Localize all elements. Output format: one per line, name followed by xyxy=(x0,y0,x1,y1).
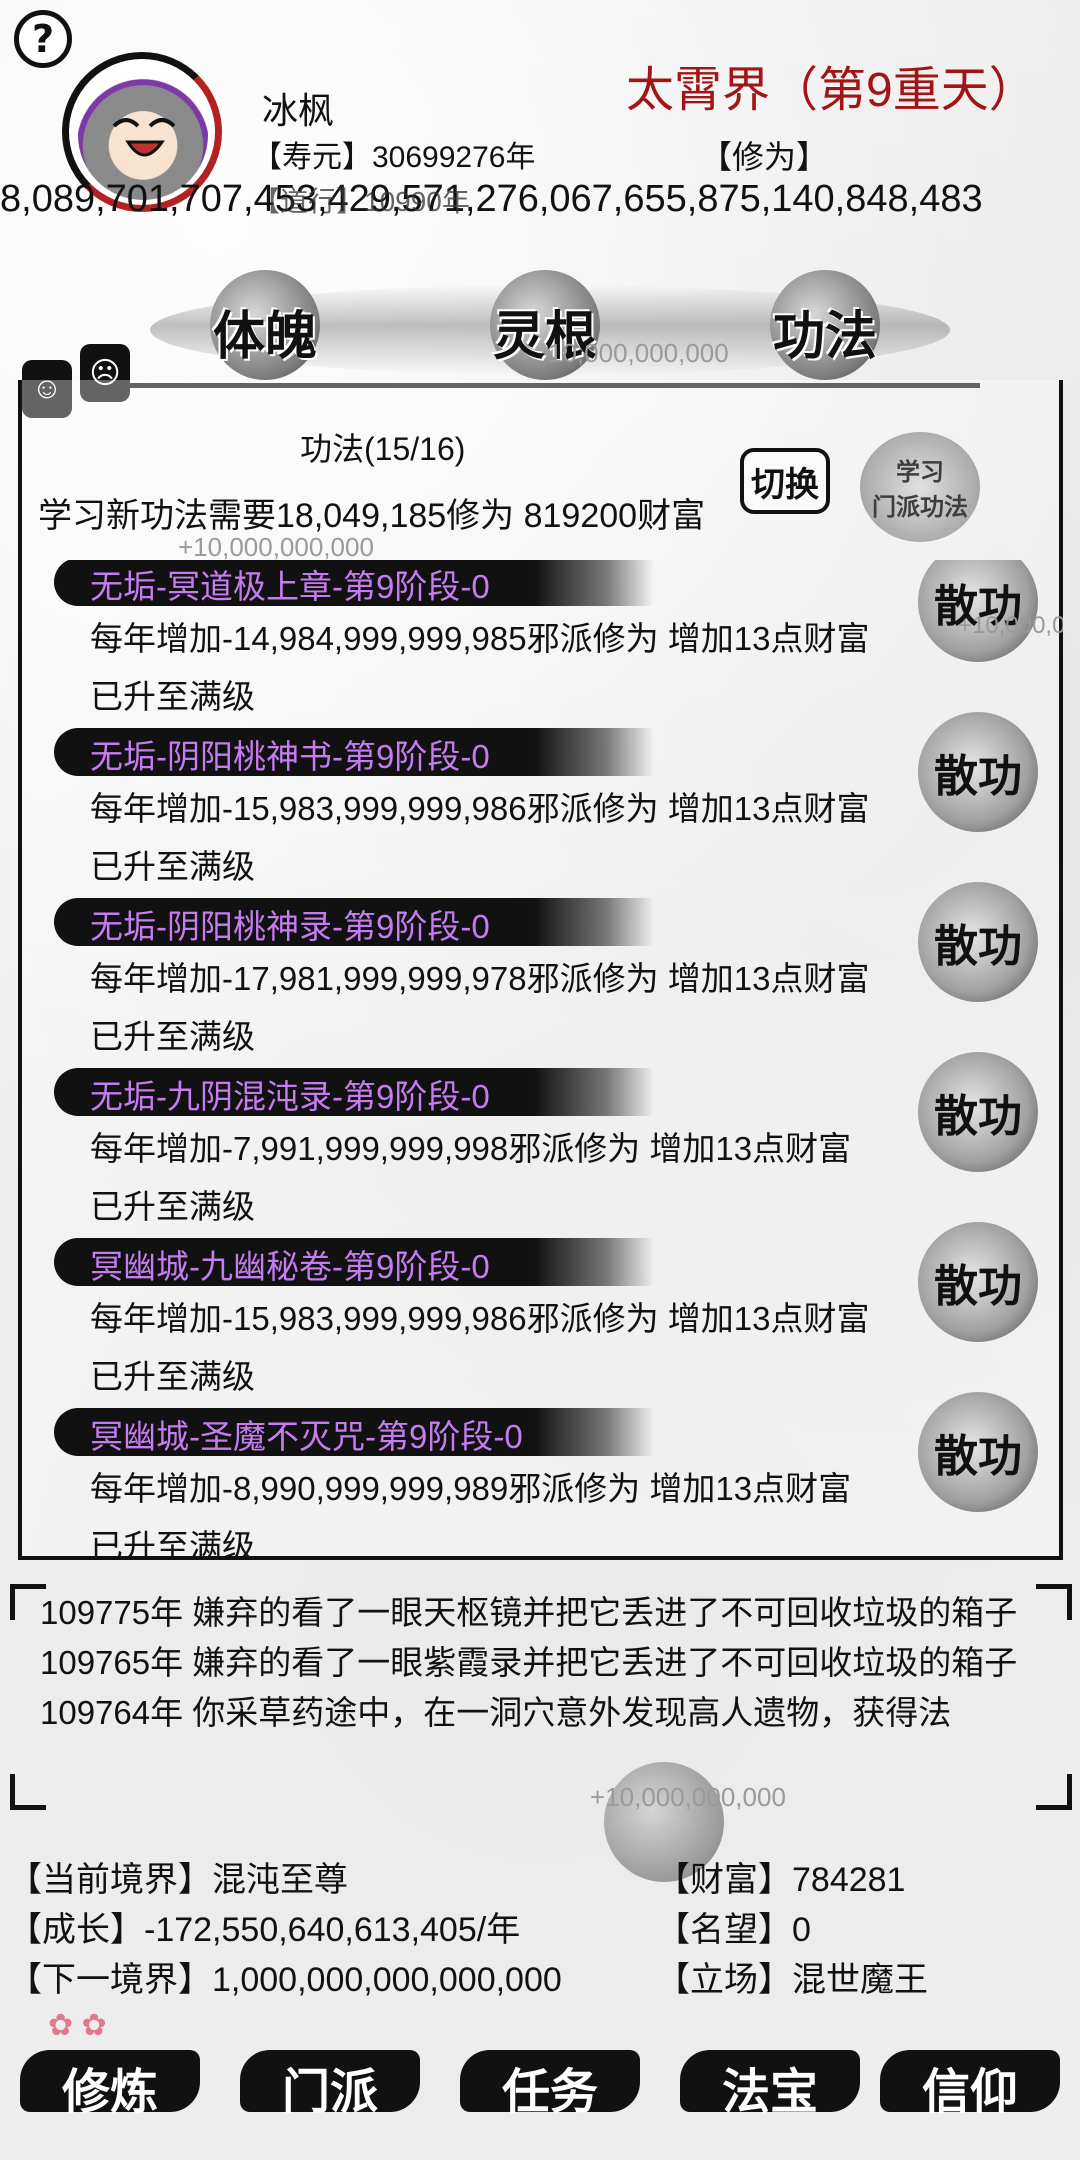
skill-effect: 每年增加-8,990,999,999,989邪派修为 增加13点财富 xyxy=(90,1470,852,1507)
growth-rate: 【成长】-172,550,640,613,405/年 xyxy=(8,1911,521,1949)
skill-status: 已升至满级 xyxy=(90,1528,255,1560)
floating-number: +10,000,000,000 xyxy=(178,532,374,562)
skill-list[interactable]: 无垢-冥道极上章-第9阶段-0 每年增加-14,984,999,999,985邪… xyxy=(18,560,1063,1560)
nav-label: 任务 xyxy=(501,2064,598,2120)
dao-heart-overlay: 【道行】10990年 xyxy=(252,186,470,217)
switch-button[interactable]: 切换 xyxy=(740,448,830,514)
disperse-button[interactable]: 散功 xyxy=(918,882,1038,1002)
nav-cultivate[interactable]: 修炼 xyxy=(20,2030,200,2130)
skill-name: 无垢-阴阳桃神书-第9阶段-0 xyxy=(90,738,490,775)
nav-faith[interactable]: 信仰 xyxy=(880,2030,1060,2130)
nav-label: 法宝 xyxy=(721,2064,818,2120)
skill-status: 已升至满级 xyxy=(90,1358,255,1395)
skill-status: 已升至满级 xyxy=(90,1188,255,1225)
learn-sect-technique-button[interactable]: 学习 门派功法 xyxy=(860,432,980,542)
skill-item: 冥幽城-九幽秘卷-第9阶段-0 每年增加-15,983,999,999,986邪… xyxy=(18,1222,1063,1410)
log-entry: 109775年 嫌弃的看了一眼天枢镜并把它丢进了不可回收垃圾的箱子 xyxy=(40,1594,1018,1631)
disperse-button[interactable]: 散功 xyxy=(918,1052,1038,1172)
nav-tasks[interactable]: 任务 xyxy=(460,2030,640,2130)
disperse-button[interactable]: 散功 xyxy=(918,560,1038,662)
lifespan-text: 【寿元】30699276年 xyxy=(252,141,536,174)
skill-effect: 每年增加-15,983,999,999,986邪派修为 增加13点财富 xyxy=(90,1300,870,1337)
nav-label: 修炼 xyxy=(61,2064,158,2120)
player-name: 冰枫 xyxy=(262,90,335,131)
nav-sect[interactable]: 门派 xyxy=(240,2030,420,2130)
disperse-button[interactable]: 散功 xyxy=(918,712,1038,832)
learn-requirement: 学习新功法需要18,049,185修为 819200财富 xyxy=(38,497,706,535)
realm-world-title: 太霄界（第9重天） xyxy=(626,64,1037,117)
floating-number: +10,000,000,000 xyxy=(590,1782,786,1812)
skill-item: 无垢-阴阳桃神录-第9阶段-0 每年增加-17,981,999,999,978邪… xyxy=(18,882,1063,1070)
disperse-button[interactable]: 散功 xyxy=(918,1222,1038,1342)
avatar-face-icon xyxy=(112,118,176,157)
stance: 【立场】混世魔王 xyxy=(656,1961,928,1999)
learn-sect-label: 学习 xyxy=(896,457,944,486)
cultivation-label: 【修为】 xyxy=(700,139,829,175)
skill-status: 已升至满级 xyxy=(90,678,255,715)
learn-sect-label: 门派功法 xyxy=(872,492,968,521)
skill-effect: 每年增加-15,983,999,999,986邪派修为 增加13点财富 xyxy=(90,790,870,827)
nav-treasures[interactable]: 法宝 xyxy=(680,2030,860,2130)
fame: 【名望】0 xyxy=(656,1911,811,1949)
skill-item: 无垢-九阴混沌录-第9阶段-0 每年增加-7,991,999,999,998邪派… xyxy=(18,1052,1063,1240)
skill-effect: 每年增加-7,991,999,999,998邪派修为 增加13点财富 xyxy=(90,1130,852,1167)
tab-label: 体魄 xyxy=(212,306,317,367)
help-icon[interactable]: ? xyxy=(14,10,72,68)
panel-title: 功法(15/16) xyxy=(300,431,466,467)
skill-item: 冥幽城-圣魔不灭咒-第9阶段-0 每年增加-8,990,999,999,989邪… xyxy=(18,1392,1063,1560)
skill-effect: 每年增加-17,981,999,999,978邪派修为 增加13点财富 xyxy=(90,960,870,997)
nav-label: 信仰 xyxy=(921,2064,1018,2120)
event-log[interactable]: 109775年 嫌弃的看了一眼天枢镜并把它丢进了不可回收垃圾的箱子 109765… xyxy=(20,1592,1065,1798)
next-realm: 【下一境界】1,000,000,000,000,000 xyxy=(8,1961,562,1999)
nav-label: 门派 xyxy=(281,2064,378,2120)
tab-label: 功法 xyxy=(772,306,877,367)
cultivation-value: 8,089,701,707,453,429,571,276,067,655,87… xyxy=(0,178,983,220)
log-corner-decoration xyxy=(10,1774,46,1810)
skill-item: 无垢-阴阳桃神书-第9阶段-0 每年增加-15,983,999,999,986邪… xyxy=(18,712,1063,900)
log-entry: 109764年 你采草药途中，在一洞穴意外发现高人遗物，获得法 xyxy=(40,1694,952,1731)
skill-effect: 每年增加-14,984,999,999,985邪派修为 增加13点财富 xyxy=(90,620,870,657)
skill-status: 已升至满级 xyxy=(90,1018,255,1055)
skill-status: 已升至满级 xyxy=(90,848,255,885)
floating-number: +10,000,000 xyxy=(958,612,1063,639)
skill-item: 无垢-冥道极上章-第9阶段-0 每年增加-14,984,999,999,985邪… xyxy=(18,560,1063,730)
skill-name: 冥幽城-九幽秘卷-第9阶段-0 xyxy=(90,1248,490,1285)
skill-name: 无垢-九阴混沌录-第9阶段-0 xyxy=(90,1078,490,1115)
log-corner-decoration xyxy=(1036,1774,1072,1810)
skill-name: 无垢-冥道极上章-第9阶段-0 xyxy=(90,568,490,605)
current-realm: 【当前境界】混沌至尊 xyxy=(8,1861,348,1899)
wealth: 【财富】784281 xyxy=(656,1861,906,1899)
skill-name: 冥幽城-圣魔不灭咒-第9阶段-0 xyxy=(90,1418,523,1455)
disperse-button[interactable]: 散功 xyxy=(918,1392,1038,1512)
log-entry: 109765年 嫌弃的看了一眼紫霞录并把它丢进了不可回收垃圾的箱子 xyxy=(40,1644,1018,1681)
skill-name: 无垢-阴阳桃神录-第9阶段-0 xyxy=(90,908,490,945)
